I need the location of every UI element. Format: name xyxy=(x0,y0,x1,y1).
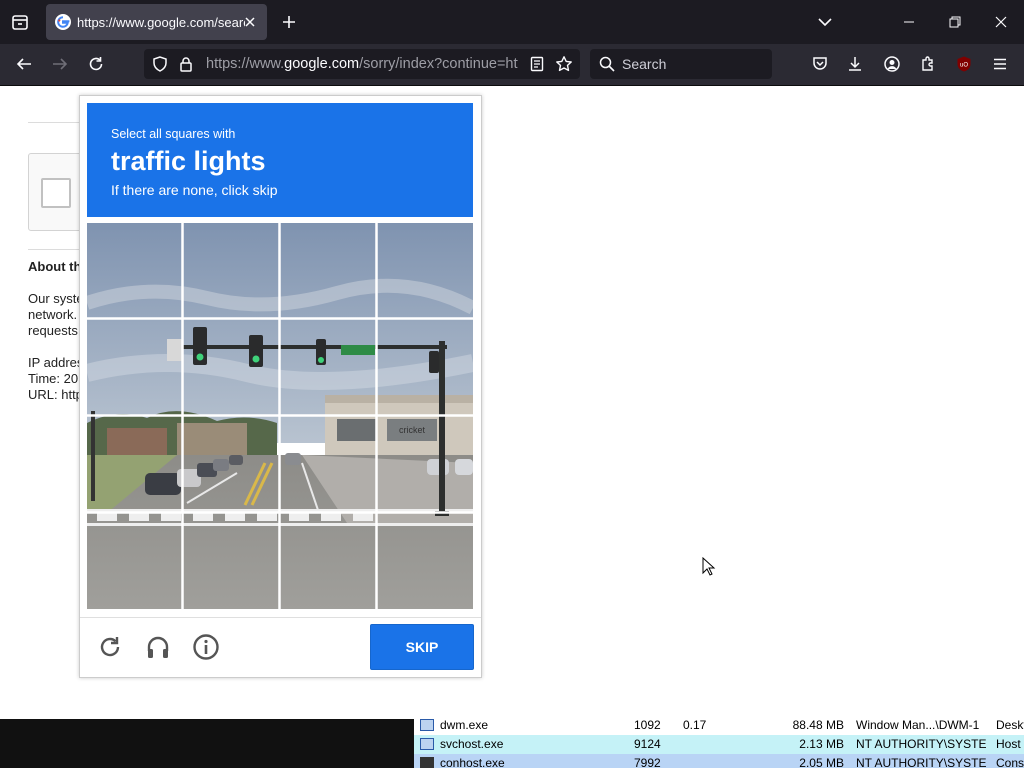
info-icon[interactable] xyxy=(192,633,220,661)
search-placeholder: Search xyxy=(622,56,667,72)
extensions-icon[interactable] xyxy=(919,55,937,73)
reload-icon[interactable] xyxy=(87,55,105,73)
process-pid: 1092 xyxy=(634,718,661,732)
navigation-toolbar: https://www.google.com/sorry/index?conti… xyxy=(0,44,1024,86)
tile-2[interactable] xyxy=(184,223,280,319)
table-row[interactable]: dwm.exe 1092 0.17 88.48 MB Window Man...… xyxy=(414,716,1024,735)
tile-9[interactable] xyxy=(87,417,183,513)
bookmark-star-icon[interactable] xyxy=(555,55,573,73)
footer-divider xyxy=(80,617,481,618)
tab-strip: https://www.google.com/search?q xyxy=(0,0,1024,44)
tab-title: https://www.google.com/search?q xyxy=(77,15,245,30)
time-label: Time: 20 xyxy=(28,371,79,386)
tile-6[interactable] xyxy=(184,320,280,416)
chevron-down-icon[interactable] xyxy=(816,13,834,31)
recaptcha-checkbox[interactable] xyxy=(41,178,71,208)
para-line-2: network. This page checks to see if it's… xyxy=(28,307,83,322)
firefox-view-icon[interactable] xyxy=(8,10,32,34)
tile-16[interactable] xyxy=(377,513,473,609)
forward-arrow-icon[interactable] xyxy=(51,55,69,73)
active-tab[interactable]: https://www.google.com/search?q xyxy=(46,4,267,40)
process-pid: 7992 xyxy=(634,756,661,768)
close-tab-icon[interactable] xyxy=(241,13,259,31)
challenge-header: Select all squares with traffic lights I… xyxy=(87,103,473,217)
image-grid: cricket xyxy=(87,223,473,609)
reader-view-icon[interactable] xyxy=(528,55,546,73)
url-domain: google.com xyxy=(284,56,360,72)
process-memory: 88.48 MB xyxy=(792,718,844,732)
process-user: NT AUTHORITY\SYSTEM xyxy=(856,756,986,768)
process-name: svchost.exe xyxy=(440,737,504,751)
account-icon[interactable] xyxy=(883,55,901,73)
task-manager-list: dwm.exe 1092 0.17 88.48 MB Window Man...… xyxy=(414,716,1024,768)
tile-15[interactable] xyxy=(281,513,377,609)
process-memory: 2.13 MB xyxy=(799,737,844,751)
tile-14[interactable] xyxy=(184,513,280,609)
reload-icon[interactable] xyxy=(96,633,124,661)
tile-3[interactable] xyxy=(281,223,377,319)
process-user: Window Man...\DWM-1 xyxy=(856,718,980,732)
about-heading: About this page xyxy=(28,259,83,274)
tile-11[interactable] xyxy=(281,417,377,513)
tile-12[interactable] xyxy=(377,417,473,513)
tile-10[interactable] xyxy=(184,417,280,513)
ublock-origin-icon[interactable]: uO xyxy=(955,55,973,73)
process-description: Cons xyxy=(996,756,1024,768)
tile-1[interactable] xyxy=(87,223,183,319)
pocket-icon[interactable] xyxy=(811,55,829,73)
minimize-icon[interactable] xyxy=(899,12,919,32)
process-name: dwm.exe xyxy=(440,718,489,732)
tile-7[interactable] xyxy=(281,320,377,416)
tile-5[interactable] xyxy=(87,320,183,416)
shield-icon[interactable] xyxy=(151,55,169,73)
svg-text:uO: uO xyxy=(960,63,968,69)
process-icon xyxy=(420,738,434,750)
para-line-3: requests, and not a robot. xyxy=(28,323,83,338)
mouse-cursor-icon xyxy=(702,556,716,577)
url-path: /sorry/index?continue=https://www.google xyxy=(359,56,518,72)
target-object: traffic lights xyxy=(111,146,266,176)
menu-hamburger-icon[interactable] xyxy=(991,55,1009,73)
console-icon xyxy=(420,757,434,768)
recaptcha-challenge: Select all squares with traffic lights I… xyxy=(79,95,482,678)
search-box[interactable]: Search xyxy=(590,49,772,79)
process-description: Deskt xyxy=(996,718,1024,732)
table-row[interactable]: conhost.exe 7992 2.05 MB NT AUTHORITY\SY… xyxy=(414,754,1024,768)
tile-13[interactable] xyxy=(87,513,183,609)
address-bar[interactable]: https://www.google.com/sorry/index?conti… xyxy=(144,49,580,79)
url-prefix: https://www. xyxy=(206,56,285,72)
headphones-icon[interactable] xyxy=(144,633,172,661)
url-text[interactable]: https://www.google.com/sorry/index?conti… xyxy=(206,56,518,72)
taskbar-area xyxy=(0,719,414,768)
lock-icon[interactable] xyxy=(177,55,195,73)
process-description: Host xyxy=(996,737,1021,751)
new-tab-icon[interactable] xyxy=(280,13,298,31)
instruction-line: Select all squares with xyxy=(111,127,236,141)
para-line-1: Our systems have detected unusual traffi… xyxy=(28,291,83,306)
process-memory: 2.05 MB xyxy=(799,756,844,768)
tile-4[interactable] xyxy=(377,223,473,319)
google-g-icon xyxy=(55,14,71,30)
process-name: conhost.exe xyxy=(440,756,505,768)
restore-icon[interactable] xyxy=(945,12,965,32)
download-icon[interactable] xyxy=(846,55,864,73)
process-icon xyxy=(420,719,434,731)
url-label: URL: https xyxy=(28,387,83,402)
back-arrow-icon[interactable] xyxy=(15,55,33,73)
skip-hint: If there are none, click skip xyxy=(111,182,278,198)
process-user: NT AUTHORITY\SYSTEM xyxy=(856,737,986,751)
skip-button[interactable]: SKIP xyxy=(370,624,474,670)
table-row[interactable]: svchost.exe 9124 2.13 MB NT AUTHORITY\SY… xyxy=(414,735,1024,754)
process-cpu: 0.17 xyxy=(683,718,707,732)
tile-8[interactable] xyxy=(377,320,473,416)
process-pid: 9124 xyxy=(634,737,661,751)
ip-address-label: IP address: xyxy=(28,355,83,370)
search-icon xyxy=(598,55,616,73)
close-window-icon[interactable] xyxy=(991,12,1011,32)
